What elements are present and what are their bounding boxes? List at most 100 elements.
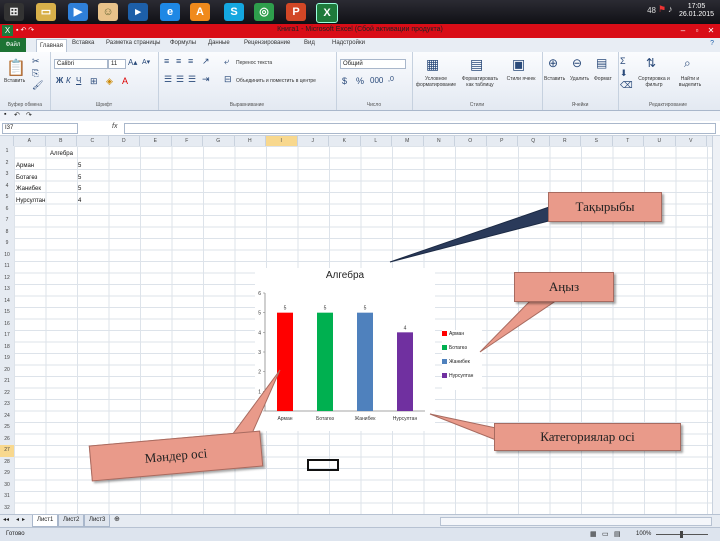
skype-icon[interactable]: S [224,3,244,21]
fill-icon[interactable]: ⬇ [620,68,628,79]
format-table-button[interactable]: Форматировать как таблицу [458,76,502,88]
merge-icon[interactable]: ⊟ [224,74,232,85]
italic-icon[interactable]: К [66,76,71,85]
column-header-f[interactable]: F [172,136,203,146]
sort-filter-icon[interactable]: ⇅ [646,56,656,70]
row-header-18[interactable]: 18 [0,342,14,354]
row-header-10[interactable]: 10 [0,250,14,262]
row-header-1[interactable]: 1 [0,146,14,158]
prev-sheet-icon[interactable]: ◂ [16,516,19,523]
row-header-30[interactable]: 30 [0,480,14,492]
column-header-j[interactable]: J [298,136,329,146]
cell-styles-button[interactable]: Стили ячеек [502,76,540,82]
column-header-l[interactable]: L [361,136,392,146]
page-break-view-icon[interactable]: ▤ [614,530,621,538]
row-header-16[interactable]: 16 [0,319,14,331]
grow-font-icon[interactable]: A▴ [128,58,137,67]
delete-cells-button[interactable]: Удалить [570,76,589,82]
cut-icon[interactable]: ✂ [32,56,40,67]
row-header-14[interactable]: 14 [0,296,14,308]
fill-color-icon[interactable]: ◈ [106,76,113,87]
column-header-o[interactable]: O [455,136,487,146]
row-header-27[interactable]: 27 [0,445,14,457]
name-box[interactable]: I37 [2,123,78,134]
select-all-corner[interactable] [0,136,14,146]
row-header-4[interactable]: 4 [0,181,14,193]
cell-b1[interactable]: Алгебра [50,151,73,157]
row-header-22[interactable]: 22 [0,388,14,400]
find-select-button[interactable]: Найти и выделить [672,76,708,88]
sheet-tab-2[interactable]: Лист2 [58,515,85,527]
media-player-icon[interactable]: ▶ [68,3,88,21]
cell-a4[interactable]: Жанибек [16,186,41,192]
font-size-select[interactable]: 11 [108,59,126,69]
chart-legend[interactable]: Арман Ботагөз Жанибек Нурсултан [442,330,482,390]
format-table-icon[interactable]: ▤ [470,56,483,73]
bold-icon[interactable]: Ж [56,76,63,85]
horizontal-scrollbar[interactable] [440,517,712,526]
start-icon[interactable]: ⊞ [4,3,24,21]
avast-icon[interactable]: A [190,3,210,21]
align-right-icon[interactable]: ☰ [188,74,196,85]
tab-home[interactable]: Главная [36,39,67,53]
tab-addins[interactable]: Надстройки [332,40,365,46]
delete-cells-icon[interactable]: ⊖ [572,56,582,70]
first-sheet-icon[interactable]: ◂◂ [3,516,9,523]
row-header-25[interactable]: 25 [0,422,14,434]
underline-icon[interactable]: Ч [76,76,81,85]
clock[interactable]: 17:05 26.01.2015 [679,3,714,19]
format-painter-icon[interactable]: 🖌 [32,80,43,91]
row-header-17[interactable]: 17 [0,330,14,342]
align-top-icon[interactable]: ≡ [164,56,169,66]
column-header-t[interactable]: T [613,136,644,146]
column-header-n[interactable]: N [424,136,455,146]
font-name-select[interactable]: Calibri [54,59,108,69]
powerpoint-icon[interactable]: P [286,3,306,21]
decimal-icon[interactable]: ,0 [388,76,394,83]
tab-file[interactable]: Файл [0,38,26,52]
folder-icon[interactable]: ▭ [36,3,56,21]
column-header-g[interactable]: G [203,136,235,146]
clear-icon[interactable]: ⌫ [620,80,633,91]
media-icon[interactable]: ▸ [128,3,148,21]
row-header-29[interactable]: 29 [0,468,14,480]
row-header-20[interactable]: 20 [0,365,14,377]
sheet-tab-1[interactable]: Лист1 [32,515,59,527]
row-header-8[interactable]: 8 [0,227,14,239]
selected-cell[interactable] [307,459,339,471]
copy-icon[interactable]: ⎘ [32,68,39,79]
tab-insert[interactable]: Вставка [72,40,94,46]
restore-icon[interactable]: ▫ [690,25,704,36]
cell-styles-icon[interactable]: ▣ [512,56,525,73]
orientation-icon[interactable]: ↗ [202,56,210,67]
help-icon[interactable]: ? [710,40,714,47]
user-avatar-icon[interactable]: ☺ [98,3,118,21]
minimize-icon[interactable]: – [676,25,690,36]
borders-icon[interactable]: ⊞ [90,76,98,87]
row-header-3[interactable]: 3 [0,169,14,181]
tab-formulas[interactable]: Формулы [170,40,196,46]
row-header-15[interactable]: 15 [0,307,14,319]
tab-view[interactable]: Вид [304,40,315,46]
column-header-p[interactable]: P [487,136,518,146]
undo-icon[interactable]: ↶ [14,111,20,119]
sheet-tab-3[interactable]: Лист3 [84,515,111,527]
align-bottom-icon[interactable]: ≡ [188,56,193,66]
cell-a2[interactable]: Арман [16,163,34,169]
column-header-b[interactable]: B [46,136,77,146]
autosum-icon[interactable]: Σ [620,56,626,66]
column-header-s[interactable]: S [581,136,613,146]
column-header-m[interactable]: M [392,136,424,146]
flag-icon[interactable]: ⚑ [658,4,666,14]
row-header-9[interactable]: 9 [0,238,14,250]
tray-icons[interactable]: ⚑ ♪ [658,4,680,18]
row-header-12[interactable]: 12 [0,273,14,285]
cell-b4[interactable]: 5 [78,186,81,192]
row-header-19[interactable]: 19 [0,353,14,365]
zoom-level[interactable]: 100% [636,531,651,537]
column-header-r[interactable]: R [550,136,581,146]
zoom-slider-thumb[interactable] [680,531,683,538]
number-format-select[interactable]: Общий [340,59,406,69]
cell-a5[interactable]: Нурсултан [16,198,45,204]
browser-icon[interactable]: ◎ [254,3,274,21]
